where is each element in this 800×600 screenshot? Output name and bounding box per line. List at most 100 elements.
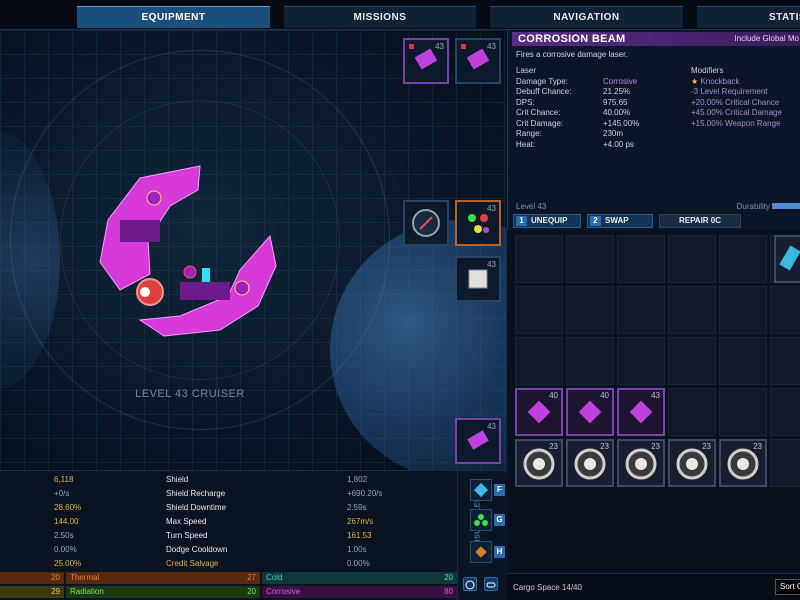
stat-key: DPS: (516, 97, 535, 107)
item-actions: 1 UNEQUIP 2 SWAP REPAIR 0C (507, 212, 800, 230)
global-modifier-toggle[interactable]: Include Global Mo (735, 34, 799, 43)
cruiser-ship[interactable] (0, 30, 507, 470)
shield-boost-icon (473, 482, 489, 498)
equip-slot-3[interactable] (403, 200, 449, 246)
resistance-value: 20 (51, 573, 60, 582)
cargo-item[interactable]: 43 (617, 388, 665, 436)
stat-value: 21.25% (603, 87, 631, 96)
modifier-item: +15.00% Weapon Range (691, 118, 781, 128)
tab-missions[interactable]: MISSIONS (284, 6, 476, 28)
cargo-cell[interactable] (515, 286, 563, 334)
game-screen: EQUIPMENT MISSIONS NAVIGATION STATIS (0, 0, 800, 600)
ship-stat-value: 161.53 (347, 531, 372, 540)
resistance-bar: 20 (0, 572, 64, 584)
consumable-slot-h[interactable] (470, 541, 492, 563)
ship-stat-value: 28.60% (54, 503, 82, 512)
ship-stat-value: 1,802 (347, 475, 368, 484)
modifier-item: +20.00% Critical Chance (691, 97, 780, 107)
cargo-cell[interactable] (617, 337, 665, 385)
cargo-item[interactable]: 23 (515, 439, 563, 487)
cargo-cell[interactable] (719, 337, 767, 385)
cargo-cell[interactable] (668, 286, 716, 334)
globe-icon[interactable] (463, 577, 477, 591)
modifier-item: -3 Level Requirement (691, 87, 768, 96)
cargo-footer: Cargo Space 14/40 Sort C (507, 573, 800, 600)
cargo-cell[interactable] (770, 439, 800, 487)
equip-slot-4[interactable]: 43 (455, 200, 501, 246)
cargo-cell[interactable] (719, 388, 767, 436)
link-icon[interactable] (484, 577, 498, 591)
cargo-item[interactable]: 23 (719, 439, 767, 487)
durability-bar (772, 203, 800, 209)
ship-viewport: LEVEL 43 CRUISER 43 43 43 43 43 (0, 30, 507, 470)
stat-value: 975.65 (603, 97, 628, 107)
cargo-item[interactable]: 23 (566, 439, 614, 487)
swap-button[interactable]: 2 SWAP (587, 214, 653, 228)
stat-key: Heat: (516, 139, 536, 149)
cargo-cell[interactable] (668, 388, 716, 436)
cargo-cell[interactable] (617, 286, 665, 334)
cargo-cell[interactable] (770, 388, 800, 436)
ship-stat-value: +690.20/s (347, 489, 383, 498)
cargo-cell[interactable] (515, 235, 563, 283)
consumable-slot-g[interactable] (470, 509, 492, 531)
cargo-item[interactable] (774, 235, 800, 283)
stat-value: 230m (603, 129, 624, 138)
hotkey-f: F (494, 484, 505, 496)
item-level: 23 (702, 442, 711, 451)
cargo-cell[interactable] (719, 286, 767, 334)
boost-icon (475, 546, 487, 558)
resistance-bar: Thermal 27 (66, 572, 260, 584)
resistance-value: 20 (247, 587, 256, 596)
resistance-bar: Radiation 20 (66, 586, 260, 598)
item-level: 23 (549, 442, 558, 451)
stat-key: Damage Type: (516, 76, 568, 86)
sort-button[interactable]: Sort C (775, 579, 800, 595)
modifier-item: ★ Knockback (691, 76, 740, 86)
equip-slot-5[interactable]: 43 (455, 256, 501, 302)
cargo-cell[interactable] (668, 235, 716, 283)
ship-stat-value: 2.50s (54, 531, 74, 540)
resistance-value: 80 (444, 587, 453, 596)
cargo-cell[interactable] (617, 235, 665, 283)
equip-slot-6[interactable]: 43 (455, 418, 501, 464)
unequip-button[interactable]: 1 UNEQUIP (513, 214, 581, 228)
tab-statistics[interactable]: STATIS (697, 6, 800, 28)
cargo-item[interactable]: 40 (515, 388, 563, 436)
consumable-slot-f[interactable] (470, 479, 492, 501)
cargo-cell[interactable] (566, 337, 614, 385)
ship-stat-label: Shield Downtime (166, 503, 227, 512)
resistance-value: 20 (444, 573, 453, 582)
equip-slot-2[interactable]: 43 (455, 38, 501, 84)
resistance-value: 27 (247, 573, 256, 582)
equip-slot-1[interactable]: 43 (403, 38, 449, 84)
ship-stat-label: Dodge Cooldown (166, 545, 228, 554)
cargo-cell[interactable] (668, 337, 716, 385)
cargo-cell[interactable] (515, 337, 563, 385)
cargo-item[interactable]: 23 (668, 439, 716, 487)
stat-value: +145.00% (603, 118, 640, 128)
item-level: 23 (651, 442, 660, 451)
tab-equipment[interactable]: EQUIPMENT (77, 6, 270, 28)
repair-drone-icon (474, 514, 488, 526)
cargo-cell[interactable] (719, 235, 767, 283)
item-level: Level 43 (516, 202, 547, 211)
cargo-cell[interactable] (770, 286, 800, 334)
stat-value: +4.00 ps (603, 139, 634, 149)
repair-button[interactable]: REPAIR 0C (659, 214, 741, 228)
cargo-item[interactable]: 40 (566, 388, 614, 436)
tab-navigation[interactable]: NAVIGATION (490, 6, 683, 28)
ship-stat-value: 267m/s (347, 517, 374, 526)
ship-stat-value: 0.00% (347, 559, 370, 568)
cargo-cell[interactable] (770, 337, 800, 385)
ship-stat-label: Shield Recharge (166, 489, 226, 498)
item-level: 43 (651, 391, 660, 400)
ship-stats-panel: 6,118 +0/s 28.60% 144.00 2.50s 0.00% 25.00% Shi… (0, 470, 457, 600)
item-category: Laser (516, 66, 537, 75)
cargo-cell[interactable] (566, 235, 614, 283)
item-info-panel: CORROSION BEAM Include Global Mo Fires a… (507, 30, 800, 230)
cargo-cell[interactable] (566, 286, 614, 334)
cargo-item[interactable]: 23 (617, 439, 665, 487)
stat-key: Range: (516, 129, 542, 138)
ship-stat-value: 0.00% (54, 545, 77, 554)
